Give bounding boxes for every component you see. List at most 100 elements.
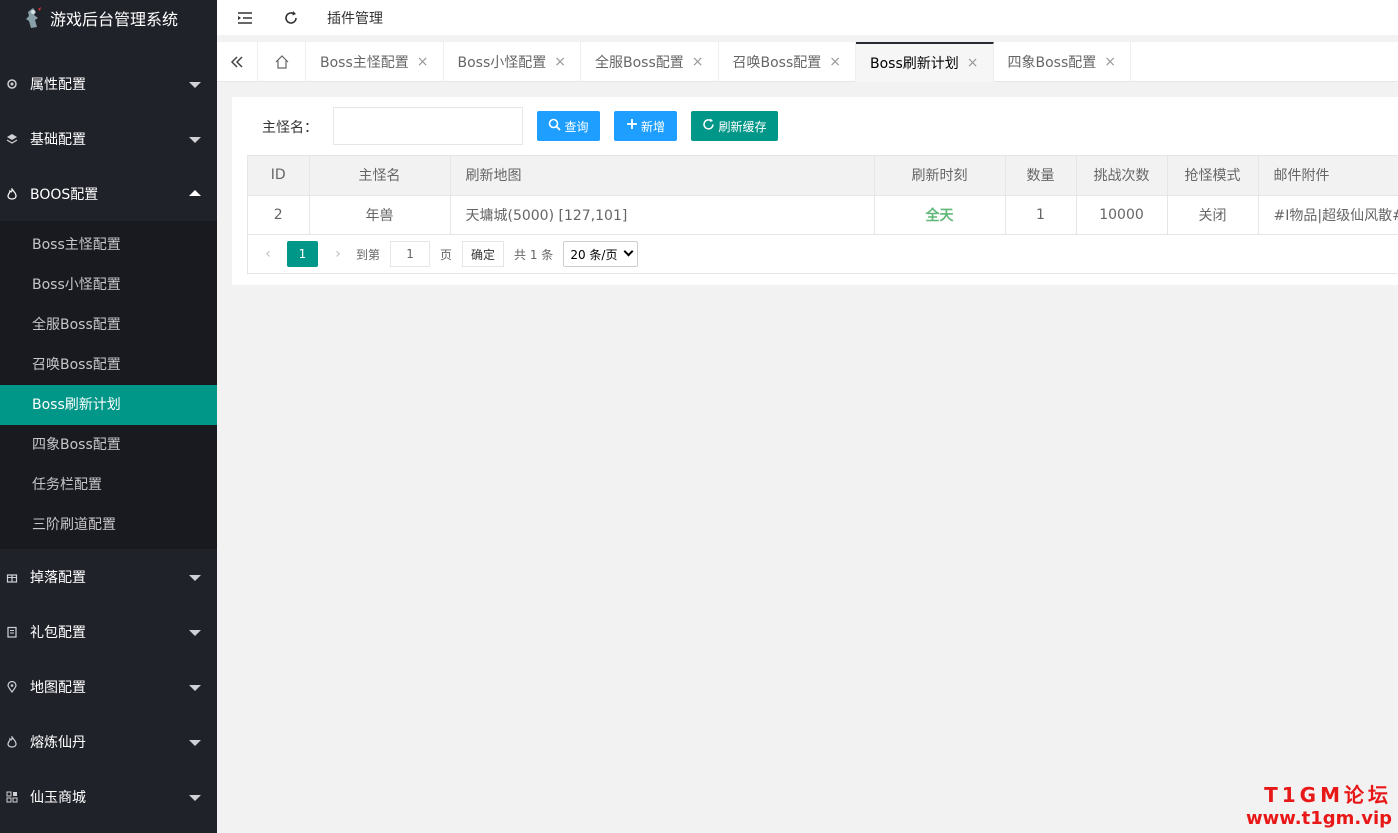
table-row[interactable]: 2 年兽 天墉城(5000) [127,101] 全天 1 10000 关闭 #… — [248, 195, 1398, 235]
close-icon[interactable]: × — [554, 54, 566, 70]
sidebar-group-shop[interactable]: 仙玉商城 — [0, 769, 217, 824]
column-header-grab-mode[interactable]: 抢怪模式 — [1167, 156, 1259, 196]
sidebar-submenu-boos: Boss主怪配置 Boss小怪配置 全服Boss配置 召唤Boss配置 Boss… — [0, 221, 217, 549]
cell-grab-mode: 关闭 — [1167, 195, 1259, 235]
tab-label: 召唤Boss配置 — [732, 55, 822, 71]
sidebar-item-boss-minion[interactable]: Boss小怪配置 — [0, 265, 217, 305]
data-table: ID 主怪名 刷新地图 刷新时刻 数量 挑战次数 抢怪模式 邮件附件 2 年兽 … — [248, 156, 1398, 235]
search-label: 主怪名： — [262, 120, 318, 136]
tab-label: Boss主怪配置 — [320, 55, 409, 71]
page-label: 页 — [440, 247, 453, 262]
query-button-label: 查询 — [564, 119, 589, 134]
tab-four-boss[interactable]: 四象Boss配置 × — [994, 42, 1131, 82]
sidebar-item-taskbar[interactable]: 任务栏配置 — [0, 465, 217, 505]
sidebar-item-tier3[interactable]: 三阶刷道配置 — [0, 505, 217, 545]
fire-icon — [4, 186, 20, 202]
refresh-cache-label: 刷新缓存 — [718, 119, 767, 134]
tab-summon-boss[interactable]: 召唤Boss配置 × — [719, 42, 856, 82]
column-header-attachment[interactable]: 邮件附件 — [1258, 156, 1398, 196]
tabs-scroll-left-icon[interactable] — [217, 42, 258, 82]
sidebar-group-smelt[interactable]: 熔炼仙丹 — [0, 714, 217, 769]
close-icon[interactable]: × — [692, 54, 704, 70]
page-size-value: 20 条/页 — [570, 247, 618, 262]
location-icon — [4, 679, 20, 695]
sidebar-item-boss-refresh[interactable]: Boss刷新计划 — [0, 385, 217, 425]
column-header-count[interactable]: 数量 — [1005, 156, 1077, 196]
search-icon — [548, 118, 562, 135]
prev-page-icon[interactable]: ‹ — [258, 246, 278, 262]
sidebar-group-label: 基础配置 — [30, 131, 86, 148]
cell-count: 1 — [1005, 195, 1077, 235]
cell-challenges: 10000 — [1076, 195, 1168, 235]
sidebar-item-summon-boss[interactable]: 召唤Boss配置 — [0, 345, 217, 385]
chevron-down-icon — [623, 246, 634, 257]
column-header-challenges[interactable]: 挑战次数 — [1076, 156, 1168, 196]
close-icon[interactable]: × — [417, 54, 429, 70]
gift-icon — [4, 569, 20, 585]
sidebar-group-label: 掉落配置 — [30, 569, 86, 586]
add-button[interactable]: 新增 — [614, 111, 677, 141]
chevron-down-icon — [189, 574, 201, 581]
goto-page-input[interactable]: 1 — [390, 241, 431, 267]
sidebar-item-four-boss[interactable]: 四象Boss配置 — [0, 425, 217, 465]
content-panel: 主怪名： 查询 新增 刷新缓存 ID 主怪名 刷新地图 刷新时刻 数量 挑战次数… — [232, 97, 1398, 285]
close-icon[interactable]: × — [829, 54, 841, 70]
tab-boss-minion[interactable]: Boss小怪配置 × — [444, 42, 581, 82]
top-header: 插件管理 — [217, 0, 1398, 35]
column-header-time[interactable]: 刷新时刻 — [874, 156, 1006, 196]
add-button-label: 新增 — [640, 119, 665, 134]
cell-attachment: #I物品|超级仙风散#r — [1258, 195, 1398, 235]
plus-icon — [626, 118, 638, 134]
chevron-down-icon — [189, 794, 201, 801]
confirm-button[interactable]: 确定 — [462, 241, 505, 267]
sidebar: 游戏后台管理系统 属性配置 基础配置 BOOS配置 Boss主怪配置 Boss小… — [0, 0, 217, 833]
clipboard-icon — [4, 624, 20, 640]
watermark-url: www.t1gm.vip — [1246, 808, 1392, 829]
header-title[interactable]: 插件管理 — [327, 8, 383, 28]
sidebar-group-drop[interactable]: 掉落配置 — [0, 549, 217, 604]
close-icon[interactable]: × — [1104, 54, 1116, 70]
sidebar-group-label: 仙玉商城 — [30, 789, 86, 806]
gear-icon — [4, 76, 20, 92]
home-icon[interactable] — [258, 42, 306, 82]
column-header-boss-name[interactable]: 主怪名 — [309, 156, 451, 196]
sidebar-group-boos[interactable]: BOOS配置 — [0, 166, 217, 221]
tab-boss-main[interactable]: Boss主怪配置 × — [306, 42, 444, 82]
chevron-up-icon — [189, 189, 201, 196]
sidebar-group-label: 熔炼仙丹 — [30, 734, 86, 751]
cell-id: 2 — [248, 195, 310, 235]
total-count: 共 1 条 — [514, 247, 554, 262]
sidebar-group-map[interactable]: 地图配置 — [0, 659, 217, 714]
tab-boss-refresh[interactable]: Boss刷新计划 × — [856, 42, 994, 82]
apps-icon — [4, 789, 20, 805]
tab-server-boss[interactable]: 全服Boss配置 × — [581, 42, 719, 82]
cell-time: 全天 — [874, 195, 1006, 235]
current-page[interactable]: 1 — [287, 241, 318, 267]
sidebar-group-gift[interactable]: 礼包配置 — [0, 604, 217, 659]
close-icon[interactable]: × — [967, 55, 979, 71]
menu-toggle-icon[interactable] — [235, 8, 255, 28]
sidebar-group-attributes[interactable]: 属性配置 — [0, 56, 217, 111]
chevron-down-icon — [189, 739, 201, 746]
sidebar-item-server-boss[interactable]: 全服Boss配置 — [0, 305, 217, 345]
sidebar-group-label: BOOS配置 — [30, 186, 99, 203]
column-header-map[interactable]: 刷新地图 — [450, 156, 875, 196]
refresh-icon[interactable] — [281, 8, 301, 28]
search-input[interactable] — [333, 107, 523, 145]
sidebar-item-boss-main[interactable]: Boss主怪配置 — [0, 225, 217, 265]
sidebar-group-basic[interactable]: 基础配置 — [0, 111, 217, 166]
pagination: ‹ 1 › 到第 1 页 确定 共 1 条 20 条/页 — [248, 235, 1398, 273]
page-size-select[interactable]: 20 条/页 — [563, 241, 639, 267]
refresh-icon — [702, 118, 715, 135]
sidebar-group-label: 地图配置 — [30, 679, 86, 696]
chevron-down-icon — [189, 684, 201, 691]
sidebar-group-label: 属性配置 — [30, 76, 86, 93]
app-logo: 游戏后台管理系统 — [0, 0, 217, 35]
refresh-cache-button[interactable]: 刷新缓存 — [691, 111, 778, 141]
chevron-down-icon — [189, 81, 201, 88]
next-page-icon[interactable]: › — [328, 246, 348, 262]
tab-bar: Boss主怪配置 × Boss小怪配置 × 全服Boss配置 × 召唤Boss配… — [217, 42, 1398, 82]
column-header-id[interactable]: ID — [248, 156, 310, 196]
layers-icon — [4, 131, 20, 147]
query-button[interactable]: 查询 — [537, 111, 600, 141]
